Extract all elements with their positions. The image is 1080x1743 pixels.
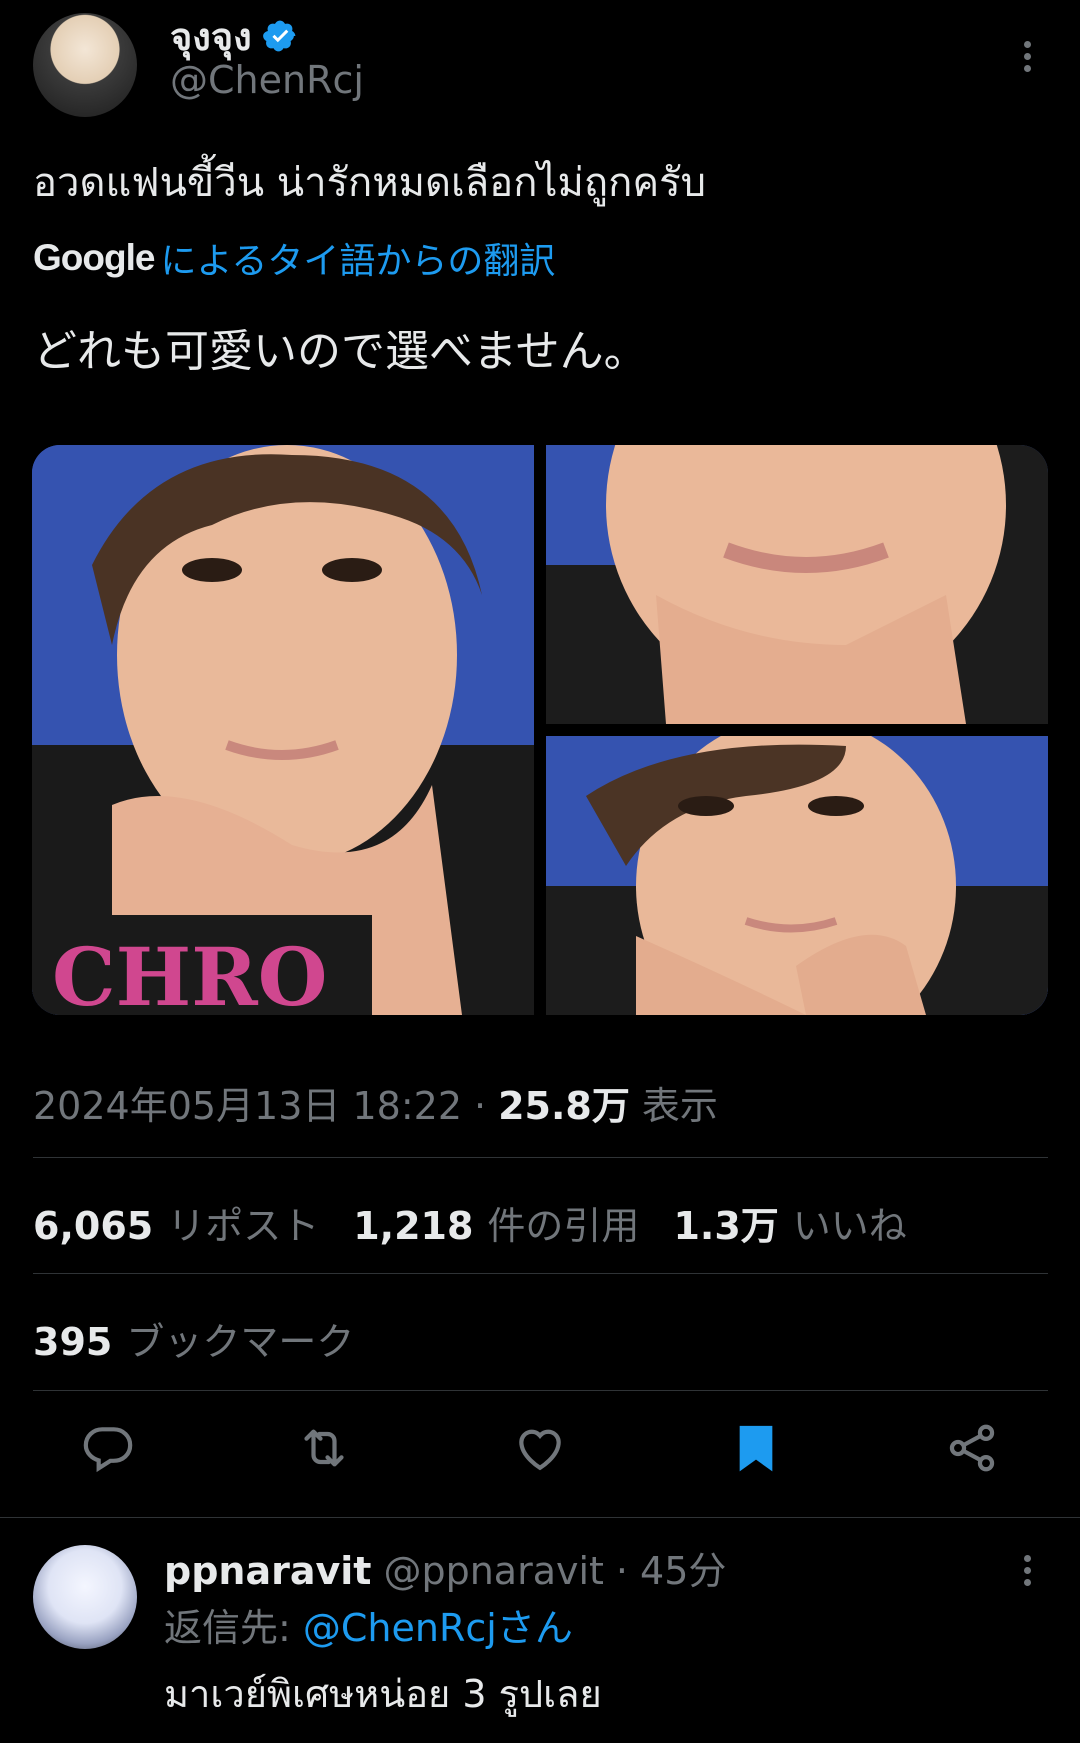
likes-label: いいね <box>792 1204 907 1248</box>
likes-stat[interactable]: 1.3万 いいね <box>673 1195 906 1250</box>
retweet-button[interactable] <box>296 1420 352 1476</box>
svg-text:CHRO: CHRO <box>52 930 327 1015</box>
photo-1[interactable]: CHRO <box>32 445 534 1015</box>
bookmark-icon <box>739 1425 773 1472</box>
reply-to-prefix: 返信先: <box>164 1606 303 1650</box>
quotes-count: 1,218 <box>353 1204 474 1248</box>
quotes-label: 件の引用 <box>487 1204 640 1248</box>
action-bar <box>0 1420 1080 1490</box>
reply-header: ppnaravit @ppnaravit · 45分 <box>164 1540 726 1595</box>
translation-link[interactable]: によるタイ語からの翻訳 <box>160 232 555 284</box>
author-name-row: จุงจุง <box>170 12 298 60</box>
tweet-timestamp[interactable]: 2024年05月13日 18:22 <box>33 1075 462 1130</box>
divider <box>33 1390 1048 1391</box>
bookmarks-count: 395 <box>33 1320 113 1364</box>
photo-3[interactable] <box>546 736 1048 1015</box>
bookmarks-label: ブックマーク <box>126 1320 355 1364</box>
quotes-stat[interactable]: 1,218 件の引用 <box>353 1195 639 1250</box>
reply-handle[interactable]: @ppnaravit <box>383 1549 603 1593</box>
reply-time[interactable]: 45分 <box>640 1540 726 1595</box>
author-handle[interactable]: @ChenRcj <box>170 58 364 102</box>
like-icon <box>519 1429 561 1471</box>
tweet-meta: 2024年05月13日 18:22 · 25.8万 表示 <box>33 1075 718 1130</box>
photo-2[interactable] <box>546 445 1048 724</box>
retweet-icon <box>304 1429 344 1467</box>
tweet-detail-page: จุงจุง @ChenRcj อวดแฟนขี้วีน น่ารักหมดเล… <box>0 0 1080 1743</box>
engagement-stats: 6,065 リポスト 1,218 件の引用 1.3万 いいね <box>33 1195 907 1250</box>
reposts-stat[interactable]: 6,065 リポスト <box>33 1195 319 1250</box>
likes-count: 1.3万 <box>673 1204 779 1248</box>
like-button[interactable] <box>512 1420 568 1476</box>
translated-text: どれも可愛いので選べません。 <box>33 326 648 377</box>
more-options-icon[interactable] <box>1012 36 1042 76</box>
reply-display-name[interactable]: ppnaravit <box>164 1549 371 1593</box>
bookmark-button[interactable] <box>728 1420 784 1476</box>
reply-avatar[interactable] <box>33 1545 137 1649</box>
reply-icon <box>83 1427 133 1473</box>
google-logo: Google <box>33 237 155 278</box>
reply-to-line: 返信先: @ChenRcjさん <box>164 1597 573 1652</box>
reposts-count: 6,065 <box>33 1204 154 1248</box>
translation-attribution[interactable]: Google によるタイ語からの翻訳 <box>33 232 555 284</box>
tweet-text: อวดแฟนขี้วีน น่ารักหมดเลือกไม่ถูกครับ <box>33 160 706 206</box>
reply-more-options-icon[interactable] <box>1012 1550 1042 1590</box>
meta-separator: · <box>474 1084 487 1128</box>
divider <box>0 1517 1080 1518</box>
reposts-label: リポスト <box>167 1204 320 1248</box>
share-button[interactable] <box>944 1420 1000 1476</box>
views-count: 25.8万 <box>498 1084 630 1128</box>
divider <box>33 1157 1048 1158</box>
reply-to-mention[interactable]: @ChenRcjさん <box>303 1606 573 1650</box>
share-icon <box>949 1424 995 1472</box>
reply-button[interactable] <box>80 1420 136 1476</box>
author-avatar[interactable] <box>33 13 137 117</box>
reply-text: มาเวย์พิเศษหน่อย 3 รูปเลย <box>164 1672 602 1716</box>
bookmarks-stat[interactable]: 395 ブックマーク <box>33 1311 354 1366</box>
media-grid: CHRO <box>32 445 1048 1015</box>
verified-badge-icon <box>262 20 296 52</box>
divider <box>33 1273 1048 1274</box>
reply-separator: · <box>615 1549 629 1593</box>
views-label: 表示 <box>641 1084 718 1128</box>
